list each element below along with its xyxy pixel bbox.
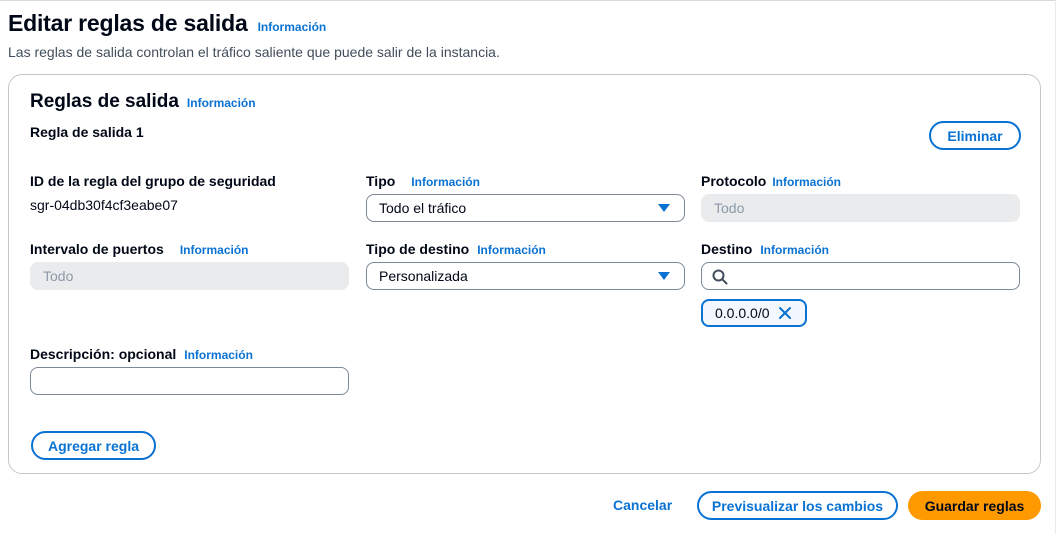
port-range-label-text: Intervalo de puertos <box>30 241 164 257</box>
type-select-value: Todo el tráfico <box>379 200 467 216</box>
destination-token: 0.0.0.0/0 <box>701 299 807 327</box>
rule-id-label-text: ID de la regla del grupo de seguridad <box>30 173 276 189</box>
close-icon[interactable] <box>778 306 792 320</box>
protocol-info-link[interactable]: Información <box>772 175 841 189</box>
description-input[interactable] <box>30 367 349 395</box>
destination-type-label-text: Tipo de destino <box>366 241 470 257</box>
caret-down-icon <box>658 204 670 212</box>
rule-id-value: sgr-04db30f4cf3eabe07 <box>30 197 178 213</box>
destination-info-link[interactable]: Información <box>760 243 829 257</box>
add-rule-button[interactable]: Agregar regla <box>31 431 156 460</box>
destination-type-select[interactable]: Personalizada <box>366 262 685 290</box>
panel-title: Reglas de salida <box>30 91 179 112</box>
port-range-field: Todo <box>30 262 349 290</box>
page-description: Las reglas de salida controlan el tráfic… <box>8 44 500 60</box>
description-info-link[interactable]: Información <box>184 348 253 362</box>
destination-search-input[interactable] <box>701 262 1020 290</box>
destination-label-text: Destino <box>701 241 753 257</box>
rule-title: Regla de salida 1 <box>30 124 144 140</box>
preview-changes-button[interactable]: Previsualizar los cambios <box>697 491 898 520</box>
caret-down-icon <box>658 272 670 280</box>
destination-token-label: 0.0.0.0/0 <box>715 305 770 321</box>
panel-header: Reglas de salida Información <box>30 91 256 113</box>
destination-type-label: Tipo de destino Información <box>366 241 546 257</box>
cancel-button[interactable]: Cancelar <box>613 497 672 513</box>
delete-rule-button[interactable]: Eliminar <box>929 121 1021 150</box>
page-title: Editar reglas de salida <box>8 10 248 36</box>
search-icon <box>712 269 728 285</box>
destination-type-value: Personalizada <box>379 268 468 284</box>
protocol-field: Todo <box>701 194 1020 222</box>
type-select[interactable]: Todo el tráfico <box>366 194 685 222</box>
type-label: Tipo Información <box>366 173 480 189</box>
protocol-label: Protocolo Información <box>701 173 841 189</box>
save-rules-button[interactable]: Guardar reglas <box>908 491 1041 520</box>
panel-info-link[interactable]: Información <box>187 96 256 110</box>
destination-type-info-link[interactable]: Información <box>477 243 546 257</box>
description-label-text: Descripción: opcional <box>30 346 177 362</box>
rule-id-label: ID de la regla del grupo de seguridad <box>30 173 276 189</box>
type-label-text: Tipo <box>366 173 396 189</box>
outbound-rules-panel: Reglas de salida Información Regla de sa… <box>8 74 1041 474</box>
page-info-link[interactable]: Información <box>258 20 327 34</box>
description-label: Descripción: opcional Información <box>30 346 253 362</box>
port-range-info-link[interactable]: Información <box>180 243 249 257</box>
protocol-label-text: Protocolo <box>701 173 767 189</box>
top-divider <box>0 0 1056 1</box>
type-info-link[interactable]: Información <box>411 175 480 189</box>
destination-label: Destino Información <box>701 241 829 257</box>
page-header: Editar reglas de salida Información <box>8 10 326 37</box>
port-range-label: Intervalo de puertos Información <box>30 241 248 257</box>
